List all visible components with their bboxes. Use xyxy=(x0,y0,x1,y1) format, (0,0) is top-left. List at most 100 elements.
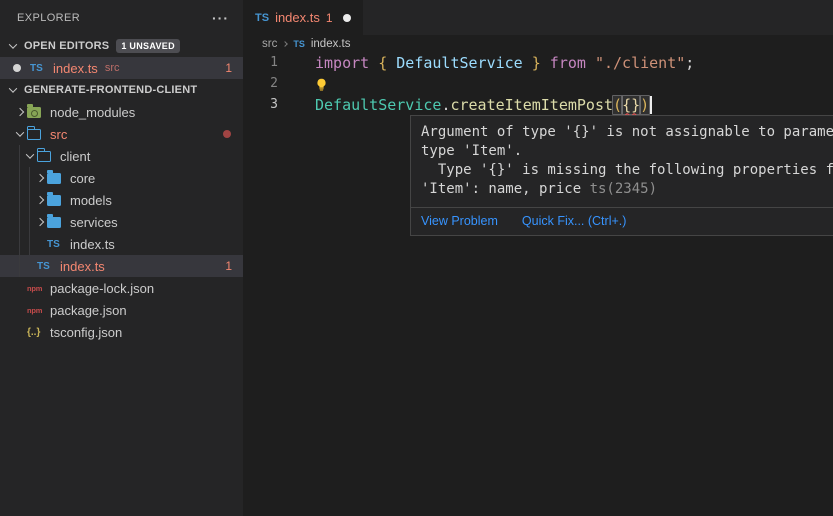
tree-item-label: package-lock.json xyxy=(50,281,154,296)
npm-icon: npm xyxy=(27,306,42,315)
modified-dot-icon[interactable] xyxy=(343,14,351,22)
folder-icon xyxy=(47,217,61,228)
code-token: createItemItemPost xyxy=(450,96,613,114)
open-editors-list: TSindex.tssrc1 xyxy=(0,57,243,79)
code-editor[interactable]: 1import { DefaultService } from "./clien… xyxy=(243,52,833,115)
line-number: 3 xyxy=(243,97,293,112)
tree-item-label: package.json xyxy=(50,303,127,318)
error-message: Argument of type '{}' is not assignable … xyxy=(411,116,833,207)
code-token: {} xyxy=(621,95,641,115)
open-folder-icon xyxy=(37,151,51,162)
modified-dot-icon xyxy=(13,64,21,72)
chevron-right-icon xyxy=(283,41,289,47)
tab-index-ts[interactable]: TS index.ts 1 xyxy=(243,0,363,35)
tree-item-label: core xyxy=(70,171,95,186)
code-text: import { DefaultService } from "./client… xyxy=(293,54,694,72)
error-count-badge: 1 xyxy=(225,61,243,75)
code-token: DefaultService xyxy=(315,96,441,114)
code-token: DefaultService xyxy=(396,54,522,72)
tree-item-label: tsconfig.json xyxy=(50,325,122,340)
tab-title: index.ts xyxy=(275,10,320,25)
chevron-right-icon xyxy=(35,174,43,182)
chevron-down-icon xyxy=(8,84,16,92)
typescript-icon: TS xyxy=(30,63,43,74)
error-hover-widget: Argument of type '{}' is not assignable … xyxy=(410,115,833,236)
hover-actions: View Problem Quick Fix... (Ctrl+.) xyxy=(411,207,833,235)
more-actions-icon[interactable]: ··· xyxy=(212,13,229,23)
chevron-right-icon xyxy=(15,108,23,116)
tree-item-label: src xyxy=(50,127,67,142)
tree-item-label: index.ts xyxy=(70,237,115,252)
tree-item-index-ts[interactable]: TS index.ts 1 xyxy=(0,255,243,277)
text-cursor xyxy=(650,96,652,114)
explorer-header: EXPLORER ··· xyxy=(0,0,243,35)
chevron-down-icon xyxy=(15,128,23,136)
breadcrumb-file[interactable]: index.ts xyxy=(311,38,351,50)
unsaved-badge: 1 UNSAVED xyxy=(116,39,180,53)
open-editor-item-index-ts[interactable]: TSindex.tssrc1 xyxy=(0,57,243,79)
error-count-badge: 1 xyxy=(225,259,243,273)
tree-item-label: models xyxy=(70,193,112,208)
tree-item-tsconfig-json[interactable]: {..} tsconfig.json xyxy=(0,321,243,343)
tree-item-services[interactable]: services xyxy=(0,211,243,233)
breadcrumb-folder[interactable]: src xyxy=(262,38,277,50)
tab-bar: TS index.ts 1 xyxy=(243,0,833,35)
open-editors-section-header[interactable]: OPEN EDITORS 1 UNSAVED xyxy=(0,35,243,57)
open-editor-description: src xyxy=(105,62,120,74)
chevron-down-icon xyxy=(25,150,33,158)
tree-item-models[interactable]: models xyxy=(0,189,243,211)
json-icon: {..} xyxy=(27,327,40,338)
open-editors-label: OPEN EDITORS xyxy=(24,40,109,52)
tree-item-label: node_modules xyxy=(50,105,135,120)
problem-dot-badge xyxy=(223,130,231,138)
code-text: DefaultService.createItemItemPost({}) xyxy=(293,95,652,115)
explorer-title: EXPLORER xyxy=(17,12,80,24)
quick-fix-ctrl-link[interactable]: Quick Fix... (Ctrl+.) xyxy=(522,214,627,228)
workspace-label: GENERATE-FRONTEND-CLIENT xyxy=(24,84,197,96)
editor-group: TS index.ts 1 src TS index.ts 1import { … xyxy=(243,0,833,516)
code-text xyxy=(293,76,328,91)
open-folder-icon xyxy=(27,129,41,140)
code-line-3[interactable]: 3DefaultService.createItemItemPost({}) xyxy=(243,94,833,115)
lightbulb-icon[interactable] xyxy=(315,78,328,91)
view-problem-link[interactable]: View Problem xyxy=(421,214,498,228)
tree-item-label: client xyxy=(60,149,90,164)
typescript-icon: TS xyxy=(47,239,60,250)
error-message-line: Type '{}' is missing the following prope… xyxy=(421,161,833,180)
node-modules-folder-icon xyxy=(27,107,41,118)
breadcrumb: src TS index.ts xyxy=(243,35,833,52)
code-token: ; xyxy=(685,54,694,72)
code-line-1[interactable]: 1import { DefaultService } from "./clien… xyxy=(243,52,833,73)
tree-item-client[interactable]: client xyxy=(0,145,243,167)
line-number: 1 xyxy=(243,55,293,70)
code-token: . xyxy=(441,96,450,114)
tree-item-label: index.ts xyxy=(60,259,105,274)
tree-item-node-modules[interactable]: node_modules xyxy=(0,101,243,123)
error-message-line: 'Item': name, price ts(2345) xyxy=(421,180,833,199)
code-token: { xyxy=(378,54,396,72)
code-token: from xyxy=(541,54,595,72)
explorer-sidebar: EXPLORER ··· OPEN EDITORS 1 UNSAVED TSin… xyxy=(0,0,243,516)
code-token: ) xyxy=(639,95,650,115)
code-token: "./client" xyxy=(595,54,685,72)
tree-item-src[interactable]: src xyxy=(0,123,243,145)
typescript-icon: TS xyxy=(255,12,269,24)
code-token: } xyxy=(523,54,541,72)
vscode-window: EXPLORER ··· OPEN EDITORS 1 UNSAVED TSin… xyxy=(0,0,833,516)
typescript-icon: TS xyxy=(37,261,50,272)
tree-item-package-json[interactable]: npm package.json xyxy=(0,299,243,321)
chevron-down-icon xyxy=(8,40,16,48)
line-number: 2 xyxy=(243,76,293,91)
tree-item-package-lock-json[interactable]: npmpackage-lock.json xyxy=(0,277,243,299)
workspace-section-header[interactable]: GENERATE-FRONTEND-CLIENT xyxy=(0,79,243,101)
tree-item-core[interactable]: core xyxy=(0,167,243,189)
code-line-2[interactable]: 2 xyxy=(243,73,833,94)
error-code: ts(2345) xyxy=(590,181,657,197)
code-token: import xyxy=(315,54,378,72)
tree-item-index-ts[interactable]: TS index.ts xyxy=(0,233,243,255)
chevron-right-icon xyxy=(35,196,43,204)
file-tree: node_modulessrc client core models services T… xyxy=(0,101,243,343)
tab-error-count: 1 xyxy=(326,11,333,25)
tree-item-label: services xyxy=(70,215,118,230)
error-message-line: Argument of type '{}' is not assignable … xyxy=(421,123,833,142)
